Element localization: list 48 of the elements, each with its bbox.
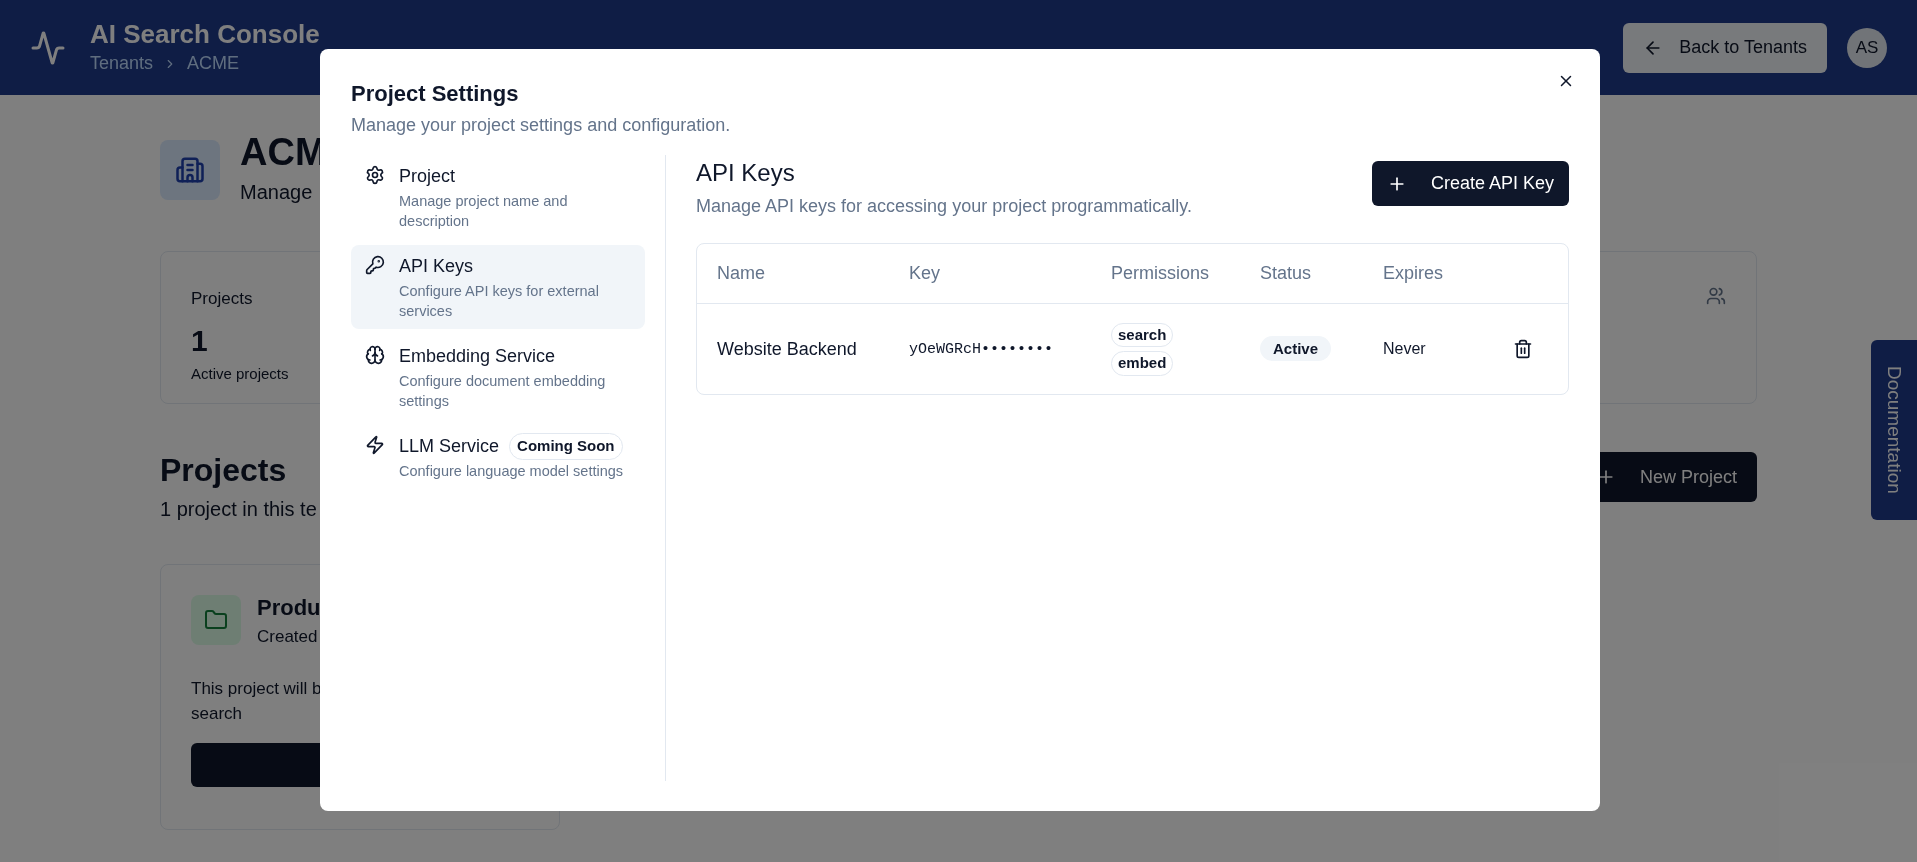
section-heading: API Keys (696, 158, 796, 188)
nav-label: Embedding Service (399, 345, 556, 368)
stat-caption: Active projects (191, 363, 289, 384)
key-name: Website Backend (717, 338, 857, 359)
api-key-value: yOeWGRcH•••••••• (909, 341, 1054, 359)
users-icon (1706, 286, 1726, 306)
project-meta: Created (257, 626, 319, 648)
dialog-subtitle: Manage your project settings and configuration. (351, 114, 732, 137)
dialog-title: Project Settings (351, 80, 520, 108)
column-header: Expires (1383, 263, 1444, 283)
key-icon (365, 255, 385, 275)
stat-label: Projects (191, 288, 254, 310)
project-name: Produ (257, 594, 321, 622)
section-subtitle: 1 project in this te (160, 497, 317, 522)
nav-description: Manage project name and description (399, 192, 569, 231)
section-description: Manage API keys for accessing your project programmatically. (696, 195, 1192, 218)
settings-nav-item[interactable]: Project Manage project name and description (351, 155, 645, 239)
nav-description: Configure document embedding settings (399, 372, 607, 411)
building-icon (175, 155, 205, 185)
breadcrumb-link[interactable]: ACME (187, 50, 240, 78)
lightning-icon (365, 435, 385, 455)
brain-icon (365, 345, 385, 365)
column-header: Name (717, 263, 765, 283)
logo-icon (30, 29, 66, 66)
status-badge: Active (1260, 336, 1332, 361)
expires-value: Never (1383, 340, 1426, 357)
trash-icon (1513, 339, 1533, 359)
stat-value: 1 (191, 322, 209, 359)
documentation-tab[interactable]: Documentation (1871, 340, 1917, 520)
column-header: Status (1260, 263, 1312, 283)
gear-icon (365, 165, 385, 185)
back-button[interactable]: Back to Tenants (1623, 22, 1827, 73)
nav-label: Project (399, 165, 456, 188)
create-api-key-button[interactable]: Create API Key (1371, 161, 1569, 206)
app-title: AI Search Console (90, 17, 320, 51)
settings-nav-item[interactable]: Embedding Service Configure document embedding settings (351, 335, 645, 419)
column-header: Permissions (1111, 263, 1210, 283)
nav-description: Configure language model settings (399, 462, 624, 481)
column-header: Key (909, 263, 941, 283)
user-avatar[interactable]: AS (1847, 27, 1887, 68)
section-title: Projects (160, 451, 288, 490)
nav-label: LLM Service (399, 435, 500, 458)
settings-nav-item[interactable]: LLM Service Coming Soon Configure language model settings (351, 425, 645, 489)
tenant-subtitle: Manage (240, 180, 314, 205)
breadcrumb-link[interactable]: Tenants (90, 50, 154, 78)
settings-nav-item[interactable]: API Keys Configure API keys for external services (351, 245, 645, 329)
nav-label: API Keys (399, 255, 474, 278)
nav-description: Configure API keys for external services (399, 282, 600, 321)
